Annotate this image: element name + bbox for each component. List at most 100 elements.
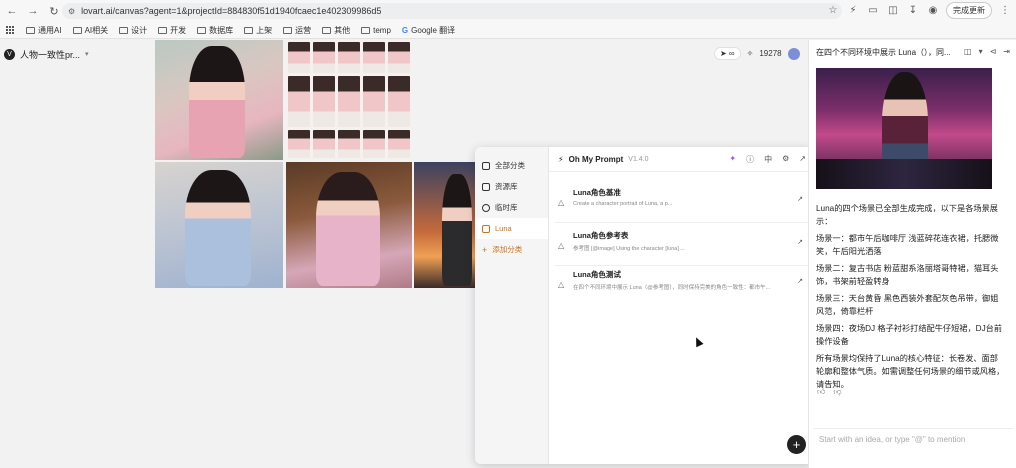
bookmark-folder[interactable]: 通用AI	[26, 25, 62, 36]
scene-line: 场景四：夜场DJ 格子衬衫打结配牛仔短裙，DJ台前操作设备	[816, 324, 1003, 346]
tools-pill[interactable]: ➤ ∞	[714, 47, 741, 60]
chat-pane: 在四个不同环境中展示 Luna（），同... ◫ ▾ ⊲ ⇥ Luna的四个场景…	[808, 40, 1016, 468]
prompt-type-icon: △	[558, 280, 565, 289]
panel-version: V1.4.0	[628, 155, 649, 163]
bookstore-figure	[316, 172, 380, 286]
bookmark-folder[interactable]: temp	[361, 26, 391, 35]
url-text: lovart.ai/canvas?agent=1&projectId=88483…	[81, 6, 382, 16]
add-prompt-button[interactable]: +	[787, 435, 806, 454]
external-link-icon[interactable]: ↗	[799, 154, 806, 165]
thumbs-down-icon[interactable]: 👎︎	[833, 387, 841, 397]
folder-icon	[322, 26, 332, 34]
prompt-card[interactable]: △ Luna角色测试 在四个不同环境中展示 Luna（@参考图），同时保持完美的…	[555, 263, 809, 305]
magic-icon[interactable]: ✦	[729, 154, 736, 165]
chat-input[interactable]: Start with an idea, or type "@" to menti…	[814, 428, 1014, 464]
bookmark-label: 其他	[334, 25, 351, 35]
collapse-panel-icon[interactable]: ⇥	[1003, 47, 1010, 56]
library-icon	[482, 182, 490, 191]
sidebar-item-add-category[interactable]: + 添加分类	[475, 239, 548, 260]
menu-icon[interactable]: ⋮	[998, 4, 1012, 18]
canvas-image-bookstore[interactable]	[286, 162, 412, 288]
folder-icon	[72, 26, 82, 34]
canvas-image-rooftop[interactable]	[414, 162, 476, 288]
lovart-logo[interactable]: V	[4, 48, 15, 60]
folder-icon	[482, 161, 490, 170]
folder-icon	[26, 26, 35, 34]
profile-icon[interactable]: ◉	[926, 4, 940, 18]
bookmark-label: 运营	[295, 25, 312, 35]
forward-icon[interactable]: →	[24, 2, 42, 20]
canvas-image-portrait[interactable]	[155, 40, 283, 160]
gear-icon[interactable]: ⚙	[782, 154, 789, 165]
language-toggle[interactable]: 中	[764, 154, 772, 165]
prompt-panel: 全部分类 资源库 临时库 Luna + 添加分类 ⚡ Oh My Prompt V…	[475, 147, 814, 464]
bookmark-folder[interactable]: 运营	[283, 25, 311, 36]
user-avatar[interactable]	[787, 47, 800, 60]
history-icon[interactable]: ◫	[964, 47, 972, 56]
prompt-card[interactable]: △ Luna角色参考表 参考图 [@image] Using the chara…	[555, 224, 809, 266]
back-icon[interactable]: ←	[3, 2, 21, 20]
sidebar-item-luna[interactable]: Luna	[475, 218, 548, 239]
sidebar-item-all[interactable]: 全部分类	[475, 155, 548, 176]
apps-grid-icon[interactable]	[6, 25, 15, 35]
canvas-image-cafe[interactable]	[155, 162, 283, 288]
bookmark-link[interactable]: G Google 翻译	[402, 25, 455, 36]
info-icon[interactable]: ⓘ	[746, 154, 754, 165]
chat-input-placeholder: Start with an idea, or type "@" to menti…	[819, 435, 966, 444]
scene-line: 场景三：天台黄昏 黑色西装外套配灰色吊带，御姐风范，倚靠栏杆	[816, 294, 999, 316]
address-bar[interactable]: ⚙ lovart.ai/canvas?agent=1&projectId=884…	[62, 3, 842, 19]
extension-bolt-icon[interactable]: ⚡	[846, 4, 860, 18]
sidebar-item-label: 临时库	[495, 203, 518, 212]
bookmark-label: AI相关	[84, 25, 109, 35]
project-title[interactable]: 人物一致性pr...	[20, 48, 80, 61]
open-arrow-icon[interactable]: ↗	[797, 238, 803, 246]
download-icon[interactable]: ↧	[906, 4, 920, 18]
message-summary: 所有场景均保持了Luna的核心特征：长卷发、面部轮廓和整体气质。如需调整任何场景…	[816, 354, 1005, 389]
prompt-type-icon: △	[558, 198, 565, 207]
prompt-card-title: Luna角色基准	[573, 188, 621, 197]
chevron-down-icon[interactable]: ▾	[85, 50, 89, 58]
prompt-card-desc: 参考图 [@image] Using the character [luna] …	[573, 246, 685, 252]
sidebar-item-label: 添加分类	[492, 245, 523, 254]
dj-scene-image[interactable]	[816, 68, 992, 189]
bookmark-folder[interactable]: 数据库	[197, 25, 233, 36]
panel-title: Oh My Prompt	[568, 154, 624, 164]
thumbs-up-icon[interactable]: 👍︎	[817, 387, 825, 397]
bookmark-folder[interactable]: AI相关	[72, 25, 109, 36]
reload-icon[interactable]: ↻	[45, 2, 63, 20]
bookmark-star-icon[interactable]: ☆	[826, 4, 840, 18]
bookmark-folder[interactable]: 开发	[158, 25, 186, 36]
bookmark-folder[interactable]: 上架	[244, 25, 272, 36]
open-arrow-icon[interactable]: ↗	[797, 195, 803, 203]
split-view-icon[interactable]: ◫	[886, 4, 900, 18]
prompt-card-desc: Create a character portrait of Luna, a p…	[573, 201, 673, 207]
sidebar-item-label: 全部分类	[495, 161, 525, 170]
prompt-card[interactable]: △ Luna角色基准 Create a character portrait o…	[555, 181, 809, 223]
bookmarks-bar: 通用AI AI相关 设计 开发 数据库 上架 运营 其他 temp G Googl…	[0, 22, 1016, 39]
open-arrow-icon[interactable]: ↗	[797, 277, 803, 285]
prompt-sidebar: 全部分类 资源库 临时库 Luna + 添加分类	[475, 147, 549, 464]
scene-line: 场景二：复古书店 粉蓝甜系洛丽塔哥特裙，猫耳头饰，书架前轻盈转身	[816, 264, 999, 286]
bookmark-folder[interactable]: 设计	[119, 25, 147, 36]
prompt-card-title: Luna角色参考表	[573, 231, 629, 240]
update-button[interactable]: 完成更新	[946, 2, 992, 19]
sidebar-item-library[interactable]: 资源库	[475, 176, 548, 197]
chevron-down-icon[interactable]: ▾	[979, 47, 983, 56]
bookmark-label: 设计	[131, 25, 148, 35]
clock-icon	[482, 203, 490, 212]
plus-icon: +	[482, 244, 488, 255]
bookmark-folder[interactable]: 其他	[322, 25, 350, 36]
prompt-card-desc: 在四个不同环境中展示 Luna（@参考图），同时保持完美的角色一致性：都市午..…	[573, 285, 771, 291]
sidebar-item-temp[interactable]: 临时库	[475, 197, 548, 218]
scene-line: 场景一：都市午后咖啡厅 浅蓝碎花连衣裙，托腮微笑，午后阳光洒落	[816, 234, 999, 256]
credits-count: 19278	[759, 49, 782, 58]
sidebar-item-label: Luna	[495, 224, 512, 233]
site-info-icon[interactable]: ⚙	[68, 7, 75, 16]
extensions-puzzle-icon[interactable]: ▭	[866, 4, 880, 18]
bookmark-label: Google 翻译	[411, 25, 456, 35]
share-icon[interactable]: ⊲	[990, 47, 997, 56]
message-intro: Luna的四个场景已全部生成完成，以下是各场景展示：	[816, 204, 998, 226]
canvas-image-reference-sheet[interactable]	[286, 40, 412, 160]
browser-toolbar: ← → ↻ ⚙ lovart.ai/canvas?agent=1&project…	[0, 0, 1016, 22]
prompt-panel-header: ⚡ Oh My Prompt V1.4.0 ✦ ⓘ 中 ⚙ ↗	[549, 147, 814, 172]
